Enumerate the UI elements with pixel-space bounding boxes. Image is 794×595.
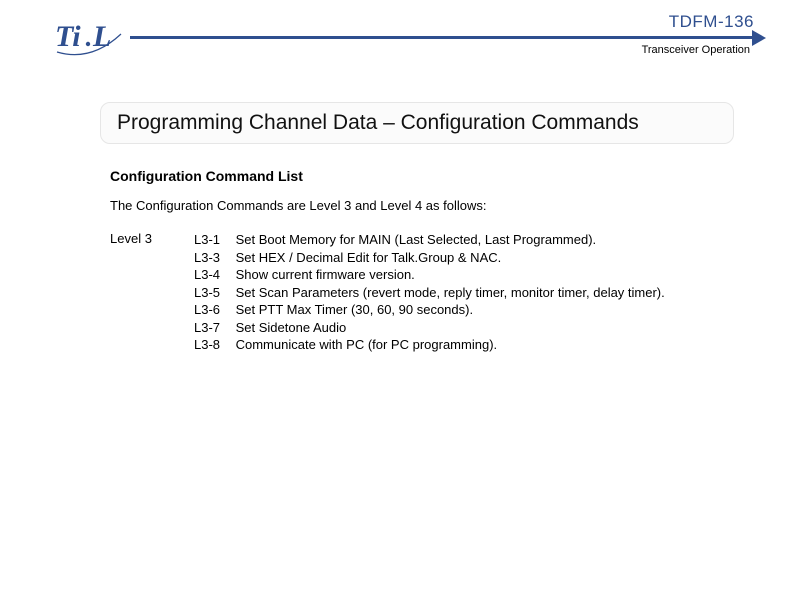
command-code: L3-5 [194,284,232,302]
command-desc: Set Scan Parameters (revert mode, reply … [232,285,665,300]
command-code: L3-4 [194,266,232,284]
header-rule [130,36,758,39]
command-list: L3-1 Set Boot Memory for MAIN (Last Sele… [194,231,665,354]
command-code: L3-1 [194,231,232,249]
intro-text: The Configuration Commands are Level 3 a… [110,198,734,213]
level-label: Level 3 [110,231,166,246]
command-code: L3-3 [194,249,232,267]
command-row: L3-6 Set PTT Max Timer (30, 60, 90 secon… [194,301,665,319]
command-row: L3-4 Show current firmware version. [194,266,665,284]
command-row: L3-8 Communicate with PC (for PC program… [194,336,665,354]
command-row: L3-3 Set HEX / Decimal Edit for Talk.Gro… [194,249,665,267]
section-name: Transceiver Operation [642,44,750,56]
level-block: Level 3 L3-1 Set Boot Memory for MAIN (L… [110,231,734,354]
command-code: L3-6 [194,301,232,319]
command-row: L3-5 Set Scan Parameters (revert mode, r… [194,284,665,302]
command-code: L3-7 [194,319,232,337]
arrow-right-icon [752,30,766,46]
page-header: Ti L TDFM-136 Transceiver Operation [0,0,794,70]
list-title: Configuration Command List [110,168,734,184]
svg-text:Ti: Ti [55,20,81,53]
command-desc: Set PTT Max Timer (30, 60, 90 seconds). [232,302,473,317]
command-row: L3-7 Set Sidetone Audio [194,319,665,337]
command-desc: Set Boot Memory for MAIN (Last Selected,… [232,232,596,247]
page-title: Programming Channel Data – Configuration… [100,102,734,144]
command-desc: Communicate with PC (for PC programming)… [232,337,497,352]
brand-logo: Ti L [55,18,127,63]
command-code: L3-8 [194,336,232,354]
content-area: Configuration Command List The Configura… [110,168,734,354]
model-number: TDFM-136 [669,12,754,32]
header-right: TDFM-136 [669,12,754,32]
command-desc: Set Sidetone Audio [232,320,346,335]
command-desc: Show current firmware version. [232,267,415,282]
command-desc: Set HEX / Decimal Edit for Talk.Group & … [232,250,501,265]
command-row: L3-1 Set Boot Memory for MAIN (Last Sele… [194,231,665,249]
